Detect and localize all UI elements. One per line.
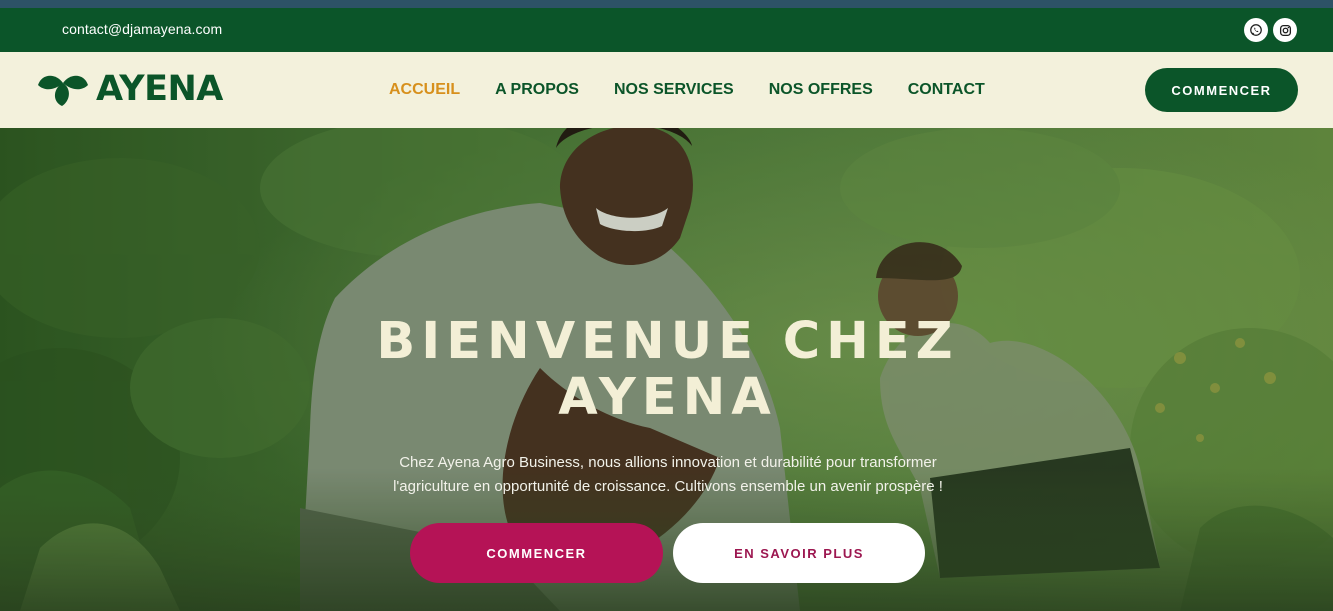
hero-description: Chez Ayena Agro Business, nous allions i…: [360, 451, 976, 499]
top-bar: contact@djamayena.com: [0, 8, 1333, 52]
hero-title-line-1: BIENVENUE CHEZ: [376, 312, 959, 371]
brand-name: AYENA: [96, 69, 223, 109]
main-menu: ACCUEIL A PROPOS NOS SERVICES NOS OFFRES…: [389, 80, 1020, 100]
hero-title: BIENVENUE CHEZ AYENA: [0, 314, 1333, 426]
instagram-icon[interactable]: [1273, 18, 1297, 42]
whatsapp-icon[interactable]: [1244, 18, 1268, 42]
brand-logo[interactable]: AYENA: [38, 69, 223, 109]
nav-contact[interactable]: CONTACT: [908, 80, 985, 100]
nav-a-propos[interactable]: A PROPOS: [495, 80, 579, 100]
hero-title-line-2: AYENA: [558, 368, 777, 427]
nav-accueil[interactable]: ACCUEIL: [389, 80, 460, 100]
hero-description-line-1: Chez Ayena Agro Business, nous allions i…: [399, 454, 937, 471]
leaf-logo-icon: [38, 75, 88, 106]
top-strip: [0, 0, 1333, 8]
hero-section: BIENVENUE CHEZ AYENA Chez Ayena Agro Bus…: [0, 128, 1333, 611]
nav-nos-services[interactable]: NOS SERVICES: [614, 80, 734, 100]
main-navbar: AYENA ACCUEIL A PROPOS NOS SERVICES NOS …: [0, 52, 1333, 128]
hero-en-savoir-plus-button[interactable]: EN SAVOIR PLUS: [673, 523, 925, 583]
nav-commencer-button[interactable]: COMMENCER: [1145, 68, 1298, 112]
hero-commencer-button[interactable]: COMMENCER: [410, 523, 663, 583]
nav-nos-offres[interactable]: NOS OFFRES: [769, 80, 873, 100]
contact-email[interactable]: contact@djamayena.com: [62, 21, 222, 37]
hero-description-line-2: l'agriculture en opportunité de croissan…: [393, 478, 943, 495]
